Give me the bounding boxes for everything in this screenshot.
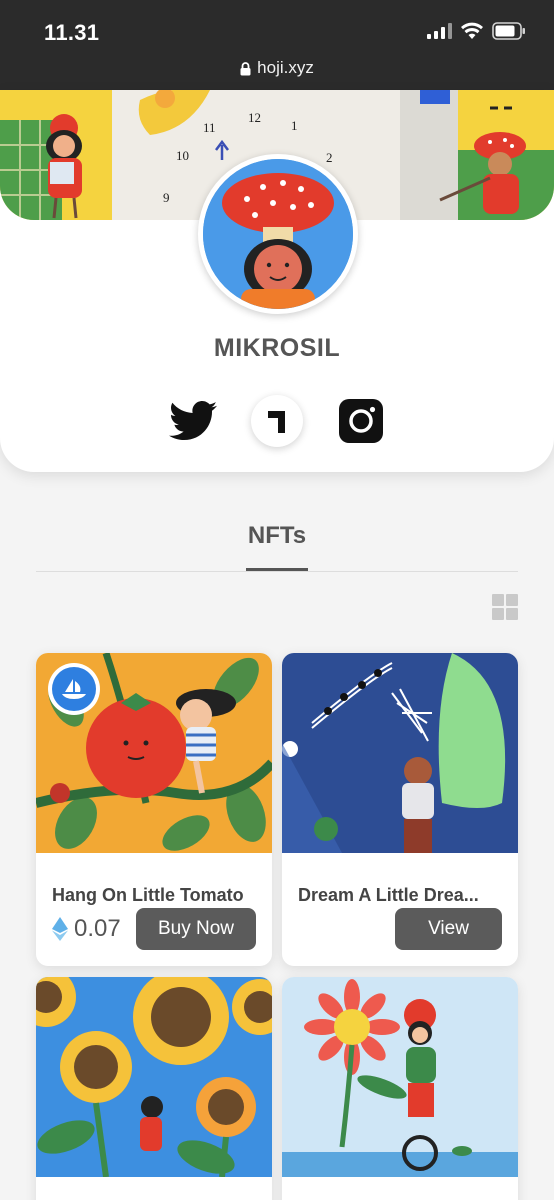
nft-price-value: 0.07 bbox=[74, 915, 121, 942]
tab-nfts[interactable]: NFTs bbox=[0, 522, 554, 550]
wifi-icon bbox=[461, 22, 483, 39]
profile-username: MIKROSIL bbox=[213, 334, 341, 362]
nft-title[interactable]: Hang On Little Tomato bbox=[52, 885, 244, 906]
banner-clock-2: 2 bbox=[326, 150, 333, 165]
banner-clock-11: 11 bbox=[203, 120, 216, 135]
social-links bbox=[0, 395, 554, 447]
twitter-link[interactable] bbox=[168, 396, 218, 446]
cellular-signal-icon bbox=[427, 23, 452, 39]
banner-clock-9: 9 bbox=[163, 190, 170, 205]
url-text: hoji.xyz bbox=[257, 58, 314, 77]
buy-now-button[interactable]: Buy Now bbox=[136, 908, 256, 950]
banner-clock-1: 1 bbox=[291, 118, 298, 133]
nft-image[interactable] bbox=[36, 653, 272, 853]
nft-card[interactable] bbox=[282, 977, 518, 1200]
status-time: 11.31 bbox=[44, 20, 100, 45]
banner-clock-12: 12 bbox=[248, 110, 261, 125]
profile-avatar[interactable] bbox=[198, 154, 358, 314]
nft-card[interactable]: Dream A Little Drea... View bbox=[282, 653, 518, 966]
opensea-icon bbox=[52, 667, 96, 711]
nft-image[interactable] bbox=[282, 653, 518, 853]
hoji-icon bbox=[251, 395, 303, 447]
nft-image[interactable] bbox=[36, 977, 272, 1177]
battery-icon bbox=[492, 22, 525, 40]
view-button[interactable]: View bbox=[395, 908, 502, 950]
avatar-illustration bbox=[203, 159, 353, 309]
status-icons bbox=[427, 22, 526, 40]
browser-top-bar: 11.31 hoji.xyz bbox=[0, 0, 554, 90]
instagram-icon bbox=[339, 399, 383, 443]
nft-card[interactable]: Hang On Little Tomato 0.07 Buy Now bbox=[36, 653, 272, 966]
opensea-badge[interactable] bbox=[48, 663, 100, 715]
nft-title[interactable]: Dream A Little Drea... bbox=[298, 885, 479, 906]
banner-clock-10: 10 bbox=[176, 148, 189, 163]
tab-divider bbox=[36, 571, 518, 572]
ethereum-icon bbox=[52, 917, 68, 941]
nft-price: 0.07 bbox=[52, 915, 121, 943]
profile-card: 12 1 11 10 2 9 MIKROSIL bbox=[0, 90, 554, 472]
lock-icon bbox=[240, 61, 251, 76]
nft-card[interactable] bbox=[36, 977, 272, 1200]
instagram-link[interactable] bbox=[336, 396, 386, 446]
hoji-link[interactable] bbox=[251, 395, 303, 447]
url-bar[interactable]: hoji.xyz bbox=[0, 58, 554, 78]
grid-view-icon[interactable] bbox=[492, 594, 518, 620]
twitter-icon bbox=[169, 401, 217, 440]
nft-image[interactable] bbox=[282, 977, 518, 1177]
